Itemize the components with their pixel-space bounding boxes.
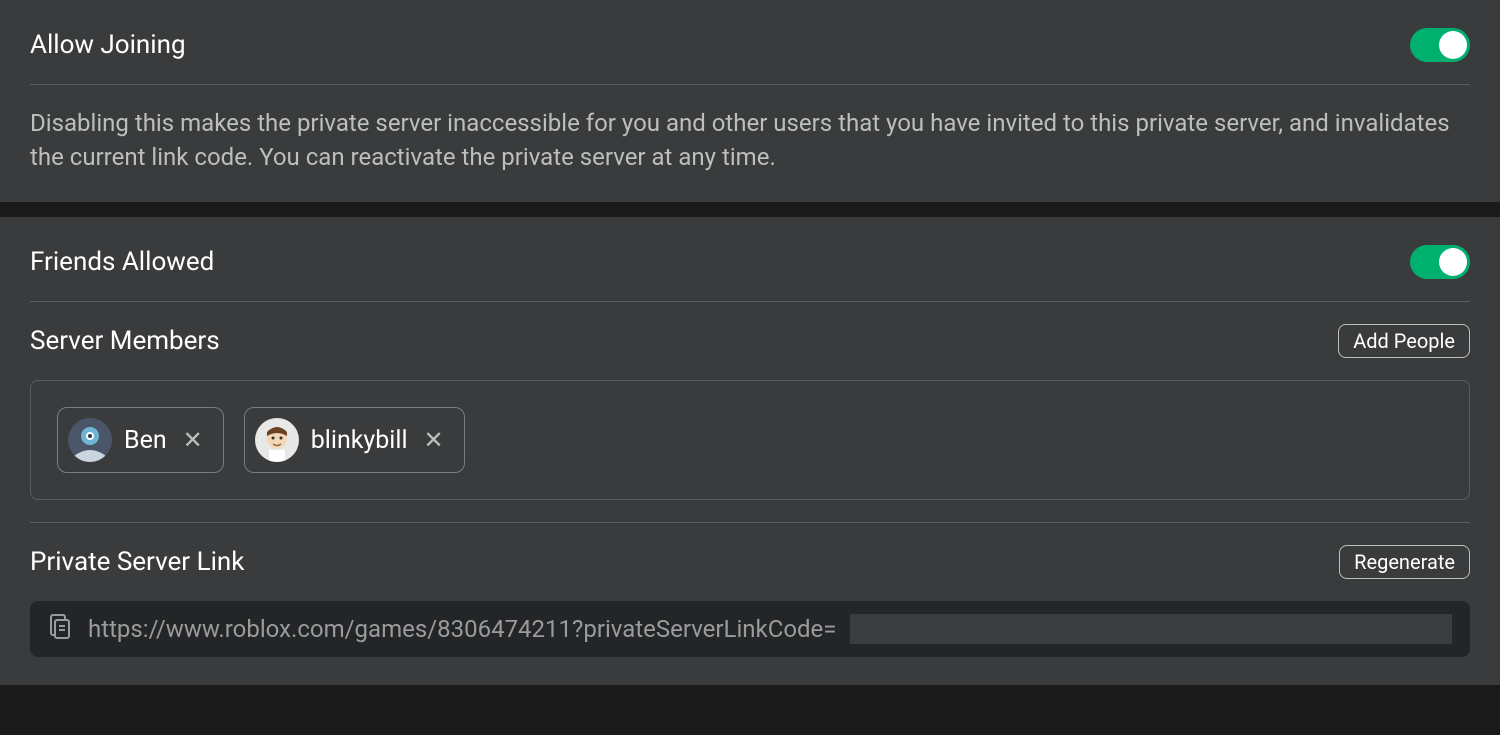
private-link-header: Private Server Link Regenerate [30, 545, 1470, 579]
friends-allowed-row: Friends Allowed [30, 245, 1470, 279]
copy-icon[interactable] [48, 613, 72, 645]
member-chip: Ben ✕ [57, 407, 224, 473]
members-container: Ben ✕ blinkybill ✕ [30, 380, 1470, 500]
divider [30, 84, 1470, 85]
member-name: blinkybill [311, 426, 408, 455]
friends-allowed-toggle[interactable] [1410, 245, 1470, 279]
toggle-knob [1439, 248, 1467, 276]
friends-allowed-title: Friends Allowed [30, 247, 214, 277]
server-members-title: Server Members [30, 326, 220, 356]
private-link-code-redacted [850, 614, 1452, 644]
remove-member-icon[interactable]: ✕ [179, 426, 207, 454]
divider [30, 522, 1470, 523]
avatar [255, 418, 299, 462]
allow-joining-panel: Allow Joining Disabling this makes the p… [0, 0, 1500, 202]
remove-member-icon[interactable]: ✕ [420, 426, 448, 454]
allow-joining-title: Allow Joining [30, 30, 186, 60]
allow-joining-row: Allow Joining [30, 28, 1470, 62]
private-link-url: https://www.roblox.com/games/8306474211?… [88, 615, 836, 643]
private-server-link-title: Private Server Link [30, 547, 244, 577]
toggle-knob [1439, 31, 1467, 59]
member-chip: blinkybill ✕ [244, 407, 465, 473]
member-name: Ben [124, 426, 167, 455]
friends-members-panel: Friends Allowed Server Members Add Peopl… [0, 217, 1500, 685]
allow-joining-toggle[interactable] [1410, 28, 1470, 62]
private-link-field[interactable]: https://www.roblox.com/games/8306474211?… [30, 601, 1470, 657]
server-members-header: Server Members Add People [30, 324, 1470, 358]
add-people-button[interactable]: Add People [1338, 324, 1470, 358]
divider [30, 301, 1470, 302]
avatar [68, 418, 112, 462]
allow-joining-description: Disabling this makes the private server … [30, 107, 1470, 174]
regenerate-button[interactable]: Regenerate [1339, 545, 1470, 579]
